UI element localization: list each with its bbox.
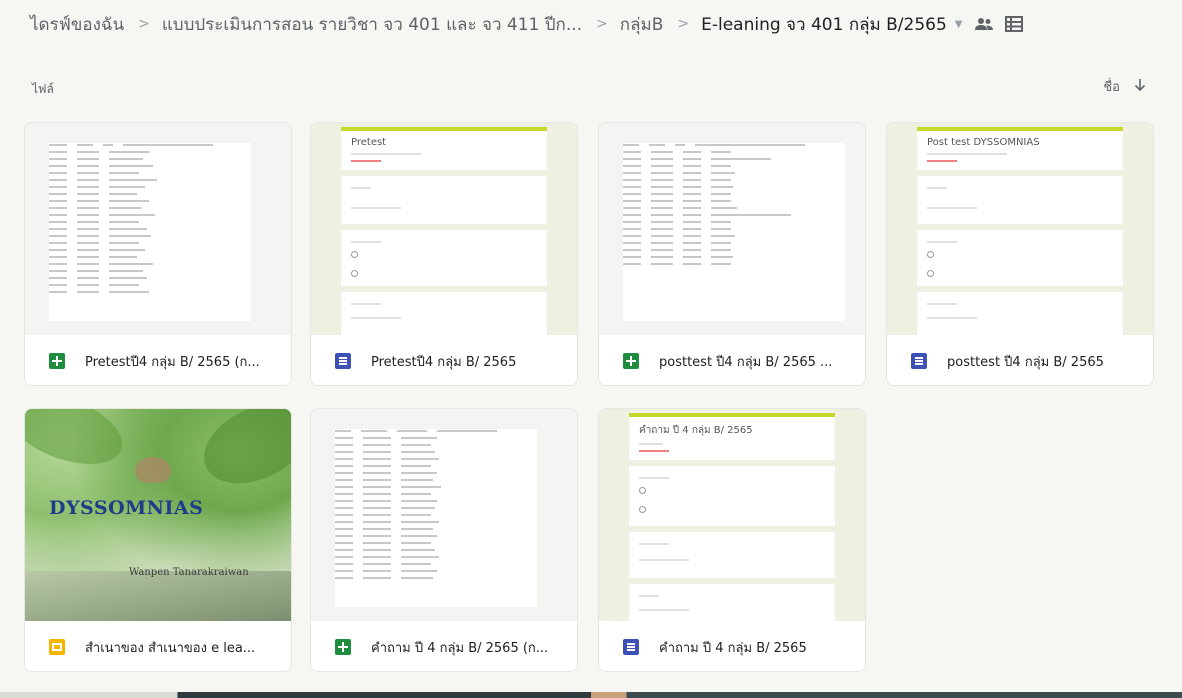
google-forms-icon	[623, 639, 639, 655]
file-caption: คำถาม ปี 4 กลุ่ม B/ 2565 (ก...	[311, 621, 577, 671]
file-thumbnail: Pretest	[311, 123, 577, 335]
file-name: คำถาม ปี 4 กลุ่ม B/ 2565 (ก...	[371, 640, 549, 656]
chevron-right-icon: >	[138, 16, 150, 32]
file-card[interactable]: DYSSOMNIAS Wanpen Tanarakraiwan สำเนาของ…	[24, 408, 292, 672]
file-name: posttest ปี4 กลุ่ม B/ 2565 ...	[659, 354, 833, 370]
shared-people-icon[interactable]	[974, 17, 993, 31]
section-label-files: ไฟล์	[32, 82, 54, 96]
file-card[interactable]: คำถาม ปี 4 กลุ่ม B/ 2565 คำถาม ปี 4 กลุ่…	[598, 408, 866, 672]
file-caption: posttest ปี4 กลุ่ม B/ 2565	[887, 335, 1153, 385]
file-caption: posttest ปี4 กลุ่ม B/ 2565 ...	[599, 335, 865, 385]
file-card[interactable]: Pretest Pretestปี4 กลุ่ม B/ 2565	[310, 122, 578, 386]
form-preview-title: Post test DYSSOMNIAS	[927, 137, 1040, 148]
file-name: Pretestปี4 กลุ่ม B/ 2565	[371, 354, 517, 370]
file-thumbnail: คำถาม ปี 4 กลุ่ม B/ 2565	[599, 409, 865, 621]
file-card[interactable]: คำถาม ปี 4 กลุ่ม B/ 2565 (ก...	[310, 408, 578, 672]
file-name: posttest ปี4 กลุ่ม B/ 2565	[947, 354, 1104, 370]
google-slides-icon	[49, 639, 65, 655]
form-preview-title: Pretest	[351, 137, 387, 148]
chevron-right-icon: >	[596, 16, 608, 32]
file-card[interactable]: Pretestปี4 กลุ่ม B/ 2565 (ก...	[24, 122, 292, 386]
file-thumbnail: Post test DYSSOMNIAS	[887, 123, 1153, 335]
google-sheets-icon	[623, 353, 639, 369]
google-sheets-icon	[49, 353, 65, 369]
slide-preview-subtitle: Wanpen Tanarakraiwan	[129, 567, 249, 578]
file-name: สำเนาของ สำเนาของ e lea...	[85, 640, 256, 656]
sort-control[interactable]: ชื่อ	[1103, 76, 1146, 97]
file-thumbnail	[25, 123, 291, 335]
list-view-icon[interactable]	[1004, 16, 1023, 32]
file-thumbnail	[599, 123, 865, 335]
chevron-right-icon: >	[677, 16, 690, 32]
file-card[interactable]: Post test DYSSOMNIAS posttest ปี4 กลุ่ม …	[886, 122, 1154, 386]
dropdown-arrow-icon[interactable]: ▼	[955, 19, 963, 30]
file-caption: Pretestปี4 กลุ่ม B/ 2565	[311, 335, 577, 385]
file-caption: สำเนาของ สำเนาของ e lea...	[25, 621, 291, 671]
file-name: Pretestปี4 กลุ่ม B/ 2565 (ก...	[85, 354, 260, 370]
butterfly-image	[135, 457, 171, 483]
file-name: คำถาม ปี 4 กลุ่ม B/ 2565	[659, 640, 807, 656]
breadcrumb-current-folder[interactable]: E-leaning จว 401 กลุ่ม B/2565	[701, 11, 947, 38]
file-card[interactable]: posttest ปี4 กลุ่ม B/ 2565 ...	[598, 122, 866, 386]
breadcrumb-folder-group-b[interactable]: กลุ่มB	[620, 11, 664, 38]
file-thumbnail: DYSSOMNIAS Wanpen Tanarakraiwan	[25, 409, 291, 621]
breadcrumb-my-drive[interactable]: ไดรฟ์ของฉัน	[30, 11, 124, 38]
breadcrumb: ไดรฟ์ของฉัน > แบบประเมินการสอน รายวิชา จ…	[30, 10, 1170, 38]
file-thumbnail	[311, 409, 577, 621]
file-caption: คำถาม ปี 4 กลุ่ม B/ 2565	[599, 621, 865, 671]
sort-label[interactable]: ชื่อ	[1103, 76, 1120, 97]
google-forms-icon	[911, 353, 927, 369]
form-preview-title: คำถาม ปี 4 กลุ่ม B/ 2565	[639, 425, 753, 436]
background-strip	[0, 692, 1182, 698]
arrow-down-icon[interactable]	[1134, 78, 1146, 96]
google-forms-icon	[335, 353, 351, 369]
slide-preview-title: DYSSOMNIAS	[49, 497, 204, 519]
breadcrumb-folder-evaluation[interactable]: แบบประเมินการสอน รายวิชา จว 401 และ จว 4…	[162, 11, 582, 38]
google-sheets-icon	[335, 639, 351, 655]
file-caption: Pretestปี4 กลุ่ม B/ 2565 (ก...	[25, 335, 291, 385]
